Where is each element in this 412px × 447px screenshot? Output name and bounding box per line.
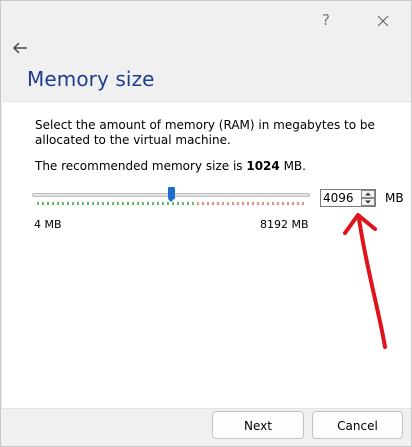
slider-excess-range [197, 202, 305, 205]
recommended-prefix: The recommended memory size is [35, 159, 247, 173]
next-button[interactable]: Next [212, 411, 304, 439]
slider-min-label: 4 MB [34, 218, 62, 231]
page-title: Memory size [27, 67, 155, 91]
cancel-button[interactable]: Cancel [312, 411, 403, 439]
help-icon: ? [322, 11, 330, 29]
recommended-text: The recommended memory size is 1024 MB. [35, 159, 306, 173]
help-button[interactable]: ? [316, 10, 336, 30]
memory-slider[interactable] [32, 186, 310, 210]
description-text: Select the amount of memory (RAM) in meg… [35, 118, 375, 147]
slider-max-label: 8192 MB [260, 218, 309, 231]
recommended-value: 1024 [246, 159, 280, 173]
annotation-arrow [343, 213, 387, 349]
recommended-suffix: MB. [279, 159, 306, 173]
title-bar: ? [1, 1, 411, 37]
slider-thumb[interactable] [167, 187, 175, 202]
memory-size-dialog: ? Memory size Select the amount of memor… [0, 0, 412, 447]
slider-recommended-range [37, 202, 197, 205]
spin-up-icon[interactable] [361, 190, 375, 198]
close-icon[interactable] [372, 10, 394, 32]
back-arrow-icon[interactable] [10, 39, 30, 57]
